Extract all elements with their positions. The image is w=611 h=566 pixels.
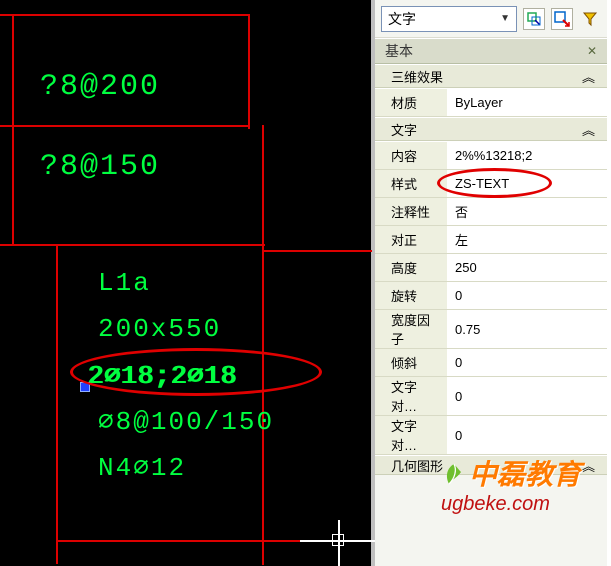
quick-select-icon[interactable] [551, 8, 573, 30]
prop-value-material[interactable]: ByLayer [447, 89, 607, 117]
collapse-icon: ︽ [582, 120, 595, 139]
cad-text[interactable]: ?8@200 [40, 70, 160, 104]
drawing-line [0, 125, 250, 127]
prop-value-style[interactable]: ZS-TEXT [447, 170, 607, 198]
section-title: 文字 [391, 120, 417, 139]
cad-text[interactable]: N4⌀12 [98, 452, 186, 483]
cursor-pickbox [332, 534, 344, 546]
drawing-line [0, 14, 250, 16]
cad-text[interactable]: ?8@150 [40, 150, 160, 184]
prop-value-content[interactable]: 2%%13218;2 [447, 142, 607, 170]
prop-value-style-text: ZS-TEXT [455, 176, 509, 191]
prop-value-height[interactable]: 250 [447, 254, 607, 282]
prop-label: 样式 [375, 170, 447, 198]
object-type-label: 文字 [388, 9, 416, 29]
section-3d-header[interactable]: 三维效果 ︽ [375, 64, 607, 88]
drawing-line [262, 125, 264, 565]
prop-label: 内容 [375, 142, 447, 170]
expand-icon: ✕ [587, 44, 597, 58]
cad-drawing-area[interactable]: ?8@200 ?8@150 L1a 200x550 2⌀18;2⌀18 ⌀8@1… [0, 0, 375, 566]
section-text-header[interactable]: 文字 ︽ [375, 117, 607, 141]
prop-label: 高度 [375, 254, 447, 282]
toggle-pickadd-icon[interactable] [523, 8, 545, 30]
chevron-down-icon: ▼ [500, 13, 510, 24]
collapse-icon: ︽ [582, 456, 595, 475]
prop-value-justify[interactable]: 左 [447, 226, 607, 254]
prop-label: 注释性 [375, 198, 447, 226]
props-3d: 材质 ByLayer [375, 88, 607, 117]
prop-value-oblique[interactable]: 0 [447, 349, 607, 377]
section-basic-header[interactable]: 基本 ✕ [375, 38, 607, 64]
section-title: 三维效果 [391, 67, 443, 86]
prop-label: 宽度因子 [375, 310, 447, 349]
section-title: 几何图形 [391, 456, 443, 475]
prop-label: 对正 [375, 226, 447, 254]
drawing-line [0, 244, 265, 246]
prop-value-alignx[interactable]: 0 [447, 377, 607, 416]
prop-label: 材质 [375, 89, 447, 117]
prop-value-annot[interactable]: 否 [447, 198, 607, 226]
prop-label: 倾斜 [375, 349, 447, 377]
cad-text[interactable]: ⌀8@100/150 [98, 406, 274, 437]
cad-text[interactable]: L1a [98, 268, 151, 298]
props-text: 内容 2%%13218;2 样式 ZS-TEXT 注释性 否 对正 左 高度 2… [375, 141, 607, 455]
prop-label: 文字对… [375, 416, 447, 455]
selection-grip[interactable] [80, 382, 90, 392]
filter-icon[interactable] [579, 8, 601, 30]
drawing-line [12, 14, 14, 244]
prop-label: 旋转 [375, 282, 447, 310]
drawing-line [262, 250, 372, 252]
prop-value-rotation[interactable]: 0 [447, 282, 607, 310]
section-title: 基本 [385, 41, 413, 61]
object-type-dropdown[interactable]: 文字 ▼ [381, 6, 517, 32]
prop-value-widthf[interactable]: 0.75 [447, 310, 607, 349]
collapse-icon: ︽ [582, 67, 595, 86]
drawing-line [248, 14, 250, 129]
cad-text-selected[interactable]: 2⌀18;2⌀18 [88, 360, 238, 391]
section-geom-header[interactable]: 几何图形 ︽ [375, 455, 607, 475]
panel-toolbar: 文字 ▼ [375, 0, 607, 38]
cad-text[interactable]: 200x550 [98, 314, 221, 344]
prop-label: 文字对… [375, 377, 447, 416]
prop-value-aligny[interactable]: 0 [447, 416, 607, 455]
properties-panel: 文字 ▼ 基本 ✕ 三维效果 ︽ 材质 ByLayer 文字 ︽ 内容 [375, 0, 607, 566]
drawing-line [56, 244, 58, 564]
